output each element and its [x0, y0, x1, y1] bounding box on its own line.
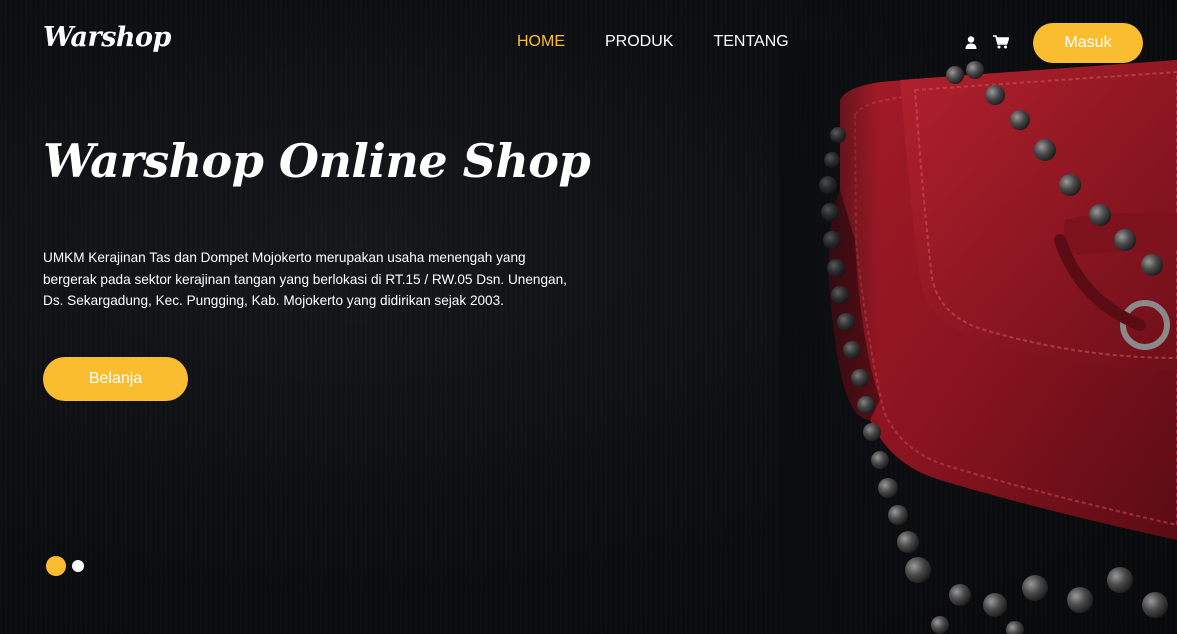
nav-link-produk[interactable]: PRODUK: [605, 33, 673, 51]
nav-icons: [963, 34, 1009, 50]
hero-section: Warshop HOME PRODUK TENTANG Masuk Warsho…: [0, 0, 1177, 634]
nav-link-home[interactable]: HOME: [517, 33, 565, 51]
nav-link-tentang[interactable]: TENTANG: [713, 33, 788, 51]
login-button[interactable]: Masuk: [1033, 23, 1143, 63]
shop-button[interactable]: Belanja: [43, 357, 188, 401]
hero-bag-image: [780, 40, 1177, 634]
brand-logo[interactable]: Warshop: [43, 22, 171, 53]
carousel-dot-1[interactable]: [46, 556, 66, 576]
hero-description: UMKM Kerajinan Tas dan Dompet Mojokerto …: [43, 250, 567, 308]
nav-links: HOME PRODUK TENTANG: [497, 33, 789, 51]
user-icon[interactable]: [963, 34, 979, 50]
carousel-dots: [46, 556, 84, 576]
hero-title: Warshop Online Shop: [43, 134, 591, 188]
cart-icon[interactable]: [993, 34, 1009, 50]
navbar: Warshop HOME PRODUK TENTANG Masuk: [0, 0, 1177, 86]
carousel-dot-2[interactable]: [72, 560, 84, 572]
